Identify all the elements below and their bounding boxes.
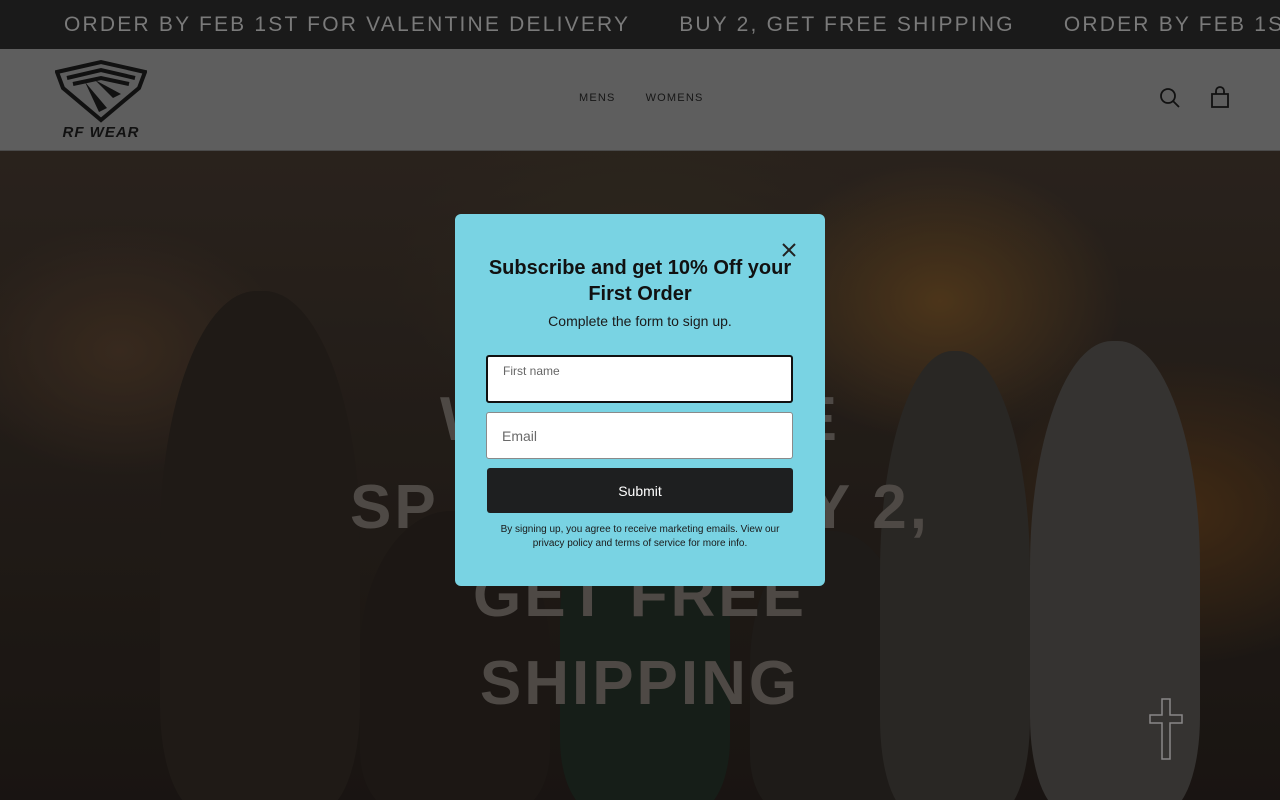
nav-link-womens[interactable]: WOMENS [646, 92, 704, 104]
first-name-input[interactable] [502, 379, 772, 399]
svg-text:RF WEAR: RF WEAR [63, 124, 140, 140]
announcement-item: ORDER BY FEB 1ST FOR VALENTINE DELIVERY [64, 12, 631, 36]
email-field[interactable] [486, 412, 793, 459]
first-name-label: First name [503, 364, 560, 378]
announcement-item: ORDER BY FEB 1ST F [1063, 12, 1280, 36]
rf-wear-logo[interactable]: RF WEAR [54, 58, 148, 141]
cart-icon[interactable] [1208, 86, 1232, 110]
site-header: RF WEAR MENS WOMENS [0, 49, 1280, 151]
first-name-field[interactable]: First name [486, 355, 793, 403]
modal-subtitle: Complete the form to sign up. [548, 313, 732, 329]
announcement-bar: ORDER BY FEB 1ST FOR VALENTINE DELIVERY … [0, 0, 1280, 49]
main-nav: MENS WOMENS [579, 92, 704, 104]
submit-button[interactable]: Submit [487, 468, 793, 513]
email-input[interactable] [502, 426, 772, 446]
legal-text: By signing up, you agree to receive mark… [500, 524, 780, 549]
search-icon[interactable] [1158, 86, 1182, 110]
signup-modal: Subscribe and get 10% Off your First Ord… [455, 214, 825, 586]
logo-mark-icon: RF WEAR [54, 59, 148, 141]
announcement-track: ORDER BY FEB 1ST FOR VALENTINE DELIVERY … [64, 0, 1280, 49]
modal-title: Subscribe and get 10% Off your First Ord… [488, 257, 792, 305]
nav-link-mens[interactable]: MENS [579, 92, 616, 104]
announcement-item: BUY 2, GET FREE SHIPPING [679, 12, 1015, 36]
